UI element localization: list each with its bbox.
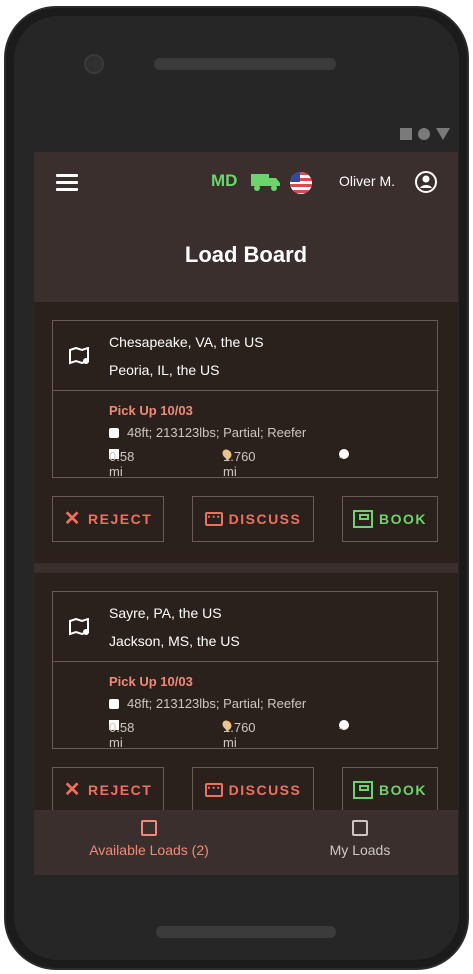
phone-frame: MD Oliver M. Load Board Chesapeake, VA, … [4, 6, 469, 970]
trailer-icon [109, 699, 119, 709]
nav-available-label: Available Loads (2) [89, 842, 209, 858]
card-separator [34, 563, 458, 573]
origin-city: Sayre, PA, the US [109, 605, 222, 621]
book-icon [353, 781, 373, 799]
price-value: - [339, 449, 344, 464]
discuss-label: DISCUSS [228, 782, 302, 798]
discuss-label: DISCUSS [228, 511, 302, 527]
status-icons [400, 128, 450, 140]
discuss-button[interactable]: DISCUSS [192, 496, 314, 542]
map-marker-icon [69, 618, 89, 636]
spec-text: 48ft; 213123lbs; Partial; Reefer [127, 696, 307, 711]
user-name[interactable]: Oliver M. [339, 173, 395, 189]
destination-city: Peoria, IL, the US [109, 362, 220, 378]
reject-button[interactable]: ✕ REJECT [52, 767, 164, 813]
status-triangle-icon [436, 128, 450, 140]
spec-text: 48ft; 213123lbs; Partial; Reefer [127, 425, 307, 440]
book-label: BOOK [379, 511, 427, 527]
location-distance: 1.760 mi [223, 449, 256, 479]
reject-label: REJECT [88, 782, 153, 798]
pickup-date: Pick Up 10/03 [109, 403, 193, 418]
map-marker-icon [69, 347, 89, 365]
reject-button[interactable]: ✕ REJECT [52, 496, 164, 542]
user-avatar-icon[interactable] [414, 170, 438, 194]
load-spec: 48ft; 213123lbs; Partial; Reefer [109, 425, 306, 440]
book-button[interactable]: BOOK [342, 767, 438, 813]
destination-city: Jackson, MS, the US [109, 633, 240, 649]
chat-icon [204, 779, 223, 797]
nav-my-loads-label: My Loads [329, 842, 391, 858]
route-block: Sayre, PA, the US Jackson, MS, the US [53, 592, 439, 662]
discuss-button[interactable]: DISCUSS [192, 767, 314, 813]
reject-label: REJECT [88, 511, 153, 527]
price-value: - [339, 720, 344, 735]
app-screen: MD Oliver M. Load Board Chesapeake, VA, … [34, 120, 458, 875]
status-square-icon [400, 128, 412, 140]
load-card-section-1: Chesapeake, VA, the US Peoria, IL, the U… [34, 302, 458, 554]
status-circle-icon [418, 128, 430, 140]
book-label: BOOK [379, 782, 427, 798]
distance-value: 0.58 mi [109, 720, 135, 750]
chat-icon [204, 508, 223, 526]
page-title: Load Board [184, 242, 308, 267]
nav-my-loads[interactable]: My Loads [310, 820, 410, 858]
menu-icon[interactable] [56, 174, 78, 192]
load-card-section-2: Sayre, PA, the US Jackson, MS, the US Pi… [34, 573, 458, 823]
close-icon: ✕ [63, 779, 83, 801]
speaker [154, 58, 336, 70]
route-block: Chesapeake, VA, the US Peoria, IL, the U… [53, 321, 439, 391]
book-icon [353, 510, 373, 528]
origin-city: Chesapeake, VA, the US [109, 334, 264, 350]
app-header: MD Oliver M. Load Board [34, 152, 458, 302]
load-spec: 48ft; 213123lbs; Partial; Reefer [109, 696, 306, 711]
trailer-icon [109, 428, 119, 438]
nav-available-loads[interactable]: Available Loads (2) [74, 820, 224, 858]
location-distance: 1.760 mi [223, 720, 256, 750]
book-button[interactable]: BOOK [342, 496, 438, 542]
md-label: MD [211, 171, 238, 190]
close-icon: ✕ [63, 508, 83, 530]
load-card[interactable]: Chesapeake, VA, the US Peoria, IL, the U… [52, 320, 439, 479]
load-card[interactable]: Sayre, PA, the US Jackson, MS, the US Pi… [52, 591, 439, 750]
home-indicator [156, 926, 336, 938]
bottom-navigation: Available Loads (2) My Loads [34, 810, 458, 875]
camera [84, 54, 104, 74]
status-bar [34, 120, 458, 152]
card-actions: ✕ REJECT DISCUSS BOOK [52, 767, 438, 815]
my-loads-icon [352, 820, 368, 836]
distance-value: 0.58 mi [109, 449, 135, 479]
us-flag-icon [290, 172, 312, 194]
available-loads-icon [141, 820, 157, 836]
card-actions: ✕ REJECT DISCUSS BOOK [52, 496, 438, 544]
pickup-date: Pick Up 10/03 [109, 674, 193, 689]
truck-icon [251, 174, 280, 191]
